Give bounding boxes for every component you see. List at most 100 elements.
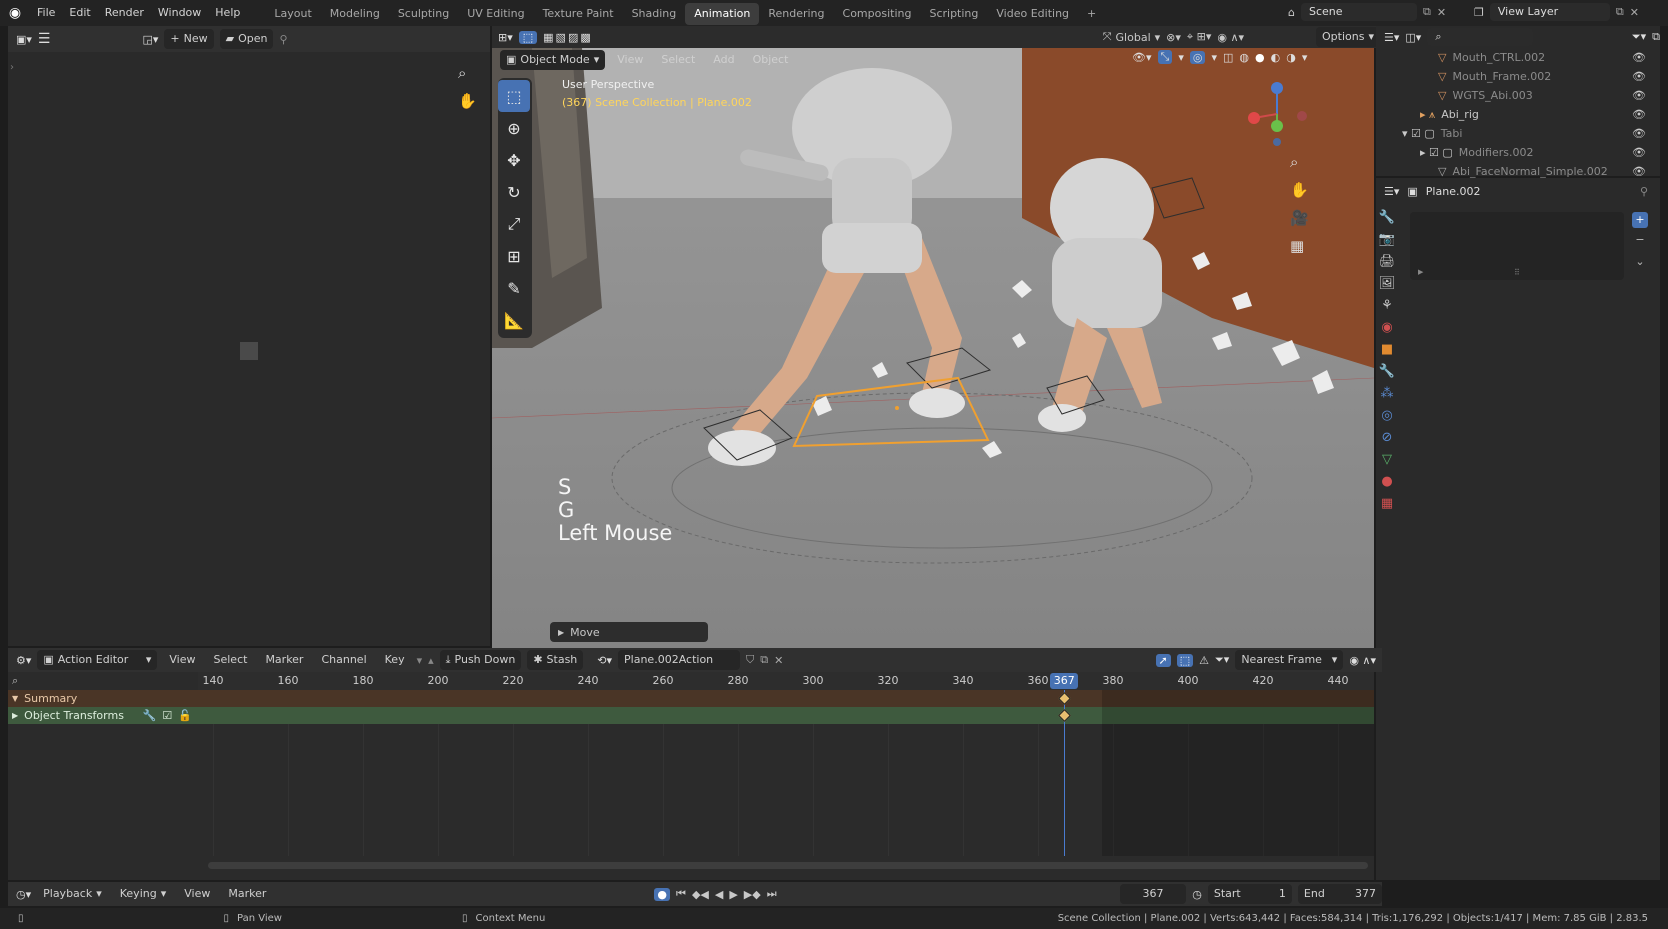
channel-object-transforms[interactable]: ▶ Object Transforms 🔧 ☑ 🔓 [8,707,198,724]
copy-icon[interactable]: ⧉ [760,653,768,667]
pin-icon[interactable]: ⚲ [1640,185,1648,198]
dope-menu-marker[interactable]: Marker [259,650,309,670]
hand-pan-icon[interactable]: ✋ [458,92,477,110]
record-icon[interactable]: ● [654,887,671,901]
new-collection-icon[interactable]: ⧉ [1652,30,1660,44]
clock-icon[interactable]: ◷ [1192,888,1202,901]
dope-menu-channel[interactable]: Channel [315,650,372,670]
tool-tab-icon[interactable]: 🔧 [1376,206,1398,228]
world-tab-icon[interactable]: ◉ [1376,316,1398,338]
start-frame-field[interactable]: Start 1 [1207,884,1292,904]
editor-type-icon[interactable]: ▣▾ [16,33,32,46]
outliner-item[interactable]: ▽ Mouth_Frame.002 👁 [1402,67,1660,86]
next-keyframe-icon[interactable]: ▶◆ [744,888,761,901]
output-tab-icon[interactable]: 🖨 [1376,250,1398,272]
wrench-icon[interactable]: 🔧 [143,709,157,722]
layer-up-icon[interactable]: ▴ [428,654,434,667]
zoom-icon[interactable]: ⌕ [1290,148,1309,176]
filter-icon[interactable]: ⏷▾ [1632,30,1646,44]
specials-menu-button[interactable]: ⌄ [1632,254,1648,270]
transform-orientation-dropdown[interactable]: ⤧ Global ▾ [1103,30,1160,44]
tab-animation[interactable]: Animation [685,3,760,25]
open-image-button[interactable]: ▰ Open [219,29,274,49]
outliner-item[interactable]: ▸ ☑ ▢ Modifiers.002 👁 [1402,143,1660,162]
editor-type-icon[interactable]: ☰▾ [1384,185,1399,198]
eye-icon[interactable]: 👁 [1632,165,1646,178]
eye-icon[interactable]: 👁 [1632,127,1646,140]
prev-keyframe-icon[interactable]: ◆◀ [692,888,709,901]
stash-button[interactable]: ✱ Stash [527,650,584,670]
close-icon[interactable]: ✕ [774,654,783,667]
copy-icon[interactable]: ⧉ [1423,5,1431,19]
action-icon[interactable]: ⟲▾ [597,654,612,667]
scale-tool-icon[interactable]: ⤢ [498,208,530,240]
fake-user-icon[interactable]: ⛉ [746,653,754,667]
zoom-icon[interactable]: ⌕ [458,64,466,82]
editor-type-icon[interactable]: ☰▾ [1384,31,1399,44]
select-box-icon[interactable]: ⬚ [518,30,538,44]
view-layer-name-field[interactable]: View Layer [1489,3,1610,21]
dopesheet-body[interactable]: ⌕ ▼ Summary ▶ Object Transforms 🔧 ☑ 🔓 140 160 1… [8,672,1374,880]
filter-icon[interactable]: ⏷▾ [1215,653,1229,667]
pin-icon[interactable]: ⚲ [279,33,287,46]
expand-arrow-icon[interactable]: › [10,62,14,73]
eye-icon[interactable]: 👁 [1632,70,1646,83]
select-box-tool-icon[interactable]: ⬚ [498,80,530,112]
material-tab-icon[interactable]: ● [1376,470,1398,492]
expand-arrow-icon[interactable]: ▶ [1418,268,1423,276]
xray-icon[interactable]: ◫ [1223,51,1233,64]
outliner-item[interactable]: ▸ ⩚ Abi_rig 👁 [1402,105,1660,124]
vertex-groups-list[interactable]: ▶ ⠿ [1410,212,1624,280]
dope-menu-view[interactable]: View [163,650,201,670]
play-icon[interactable]: ▶ [729,888,737,901]
editor-type-icon[interactable]: ◷▾ [16,888,31,901]
visibility-icon[interactable]: 👁▾ [1132,51,1152,64]
wireframe-shading-icon[interactable]: ◍ [1239,51,1249,64]
chevron-down-icon[interactable]: ▾ [1211,51,1217,64]
viewport-menu-view[interactable]: View [611,50,649,70]
action-name-field[interactable]: Plane.002Action [618,650,741,670]
eye-icon[interactable]: 👁 [1632,89,1646,102]
errors-icon[interactable]: ⚠ [1199,654,1209,667]
outliner-item[interactable]: ▽ WGTS_Abi.003 👁 [1402,86,1660,105]
tab-scripting[interactable]: Scripting [920,3,987,25]
3d-viewport[interactable]: ⬚ ⊕ ✥ ↻ ⤢ ⊞ ✎ 📐 ▣ Object Mode ▾ View Selec… [492,48,1374,648]
editor-type-icon[interactable]: ⚙▾ [16,654,31,667]
dope-menu-key[interactable]: Key [379,650,411,670]
pivot-icon[interactable]: ⊗▾ [1166,31,1181,44]
layer-down-icon[interactable]: ▾ [417,654,423,667]
overlay-icon[interactable]: ◎ [1189,50,1206,64]
constraints-tab-icon[interactable]: ⊘ [1376,426,1398,448]
data-tab-icon[interactable]: ▽ [1376,448,1398,470]
dope-menu-select[interactable]: Select [208,650,254,670]
select-mode-icons[interactable]: ▦▧▨▩ [543,31,593,44]
menu-edit[interactable]: Edit [62,0,97,26]
hand-pan-icon[interactable]: ✋ [1290,176,1309,204]
show-hidden-icon[interactable]: ⬚ [1176,653,1194,667]
display-mode-icon[interactable]: ◫▾ [1405,31,1421,44]
current-frame-field[interactable]: 367 [1119,884,1187,904]
gizmo-icon[interactable]: ⤡ [1157,50,1173,64]
add-slot-button[interactable]: + [1632,212,1648,228]
play-reverse-icon[interactable]: ◀ [715,888,723,901]
outliner-item[interactable]: ▽ Mouth_CTRL.002 👁 [1402,48,1660,67]
tab-texture-paint[interactable]: Texture Paint [534,3,623,25]
options-dropdown[interactable]: Options ▾ [1316,27,1380,47]
channel-search[interactable]: ⌕ [8,672,198,690]
channel-summary[interactable]: ▼ Summary [8,690,198,707]
menu-render[interactable]: Render [98,0,151,26]
lock-icon[interactable]: 🔓 [178,709,192,722]
menu-file[interactable]: File [30,0,62,26]
texture-tab-icon[interactable]: ▦ [1376,492,1398,514]
modifier-tab-icon[interactable]: 🔧 [1376,360,1398,382]
proportional-edit-icon[interactable]: ◉ ∧▾ [1349,654,1376,667]
last-operation-panel[interactable]: ▶ Move [550,622,708,642]
viewport-menu-add[interactable]: Add [707,50,740,70]
jump-end-icon[interactable]: ⏭ [767,887,777,901]
editor-type-icon[interactable]: ⊞▾ [498,31,513,44]
outliner-item[interactable]: ▾ ☑ ▢ Tabi 👁 [1402,124,1660,143]
outliner-search[interactable]: ⌕ [1427,28,1534,46]
horizontal-scrollbar[interactable] [208,862,1368,869]
image-mode-icon[interactable]: ◲▾ [142,33,158,46]
view-layer-tab-icon[interactable]: 🖼 [1376,272,1398,294]
